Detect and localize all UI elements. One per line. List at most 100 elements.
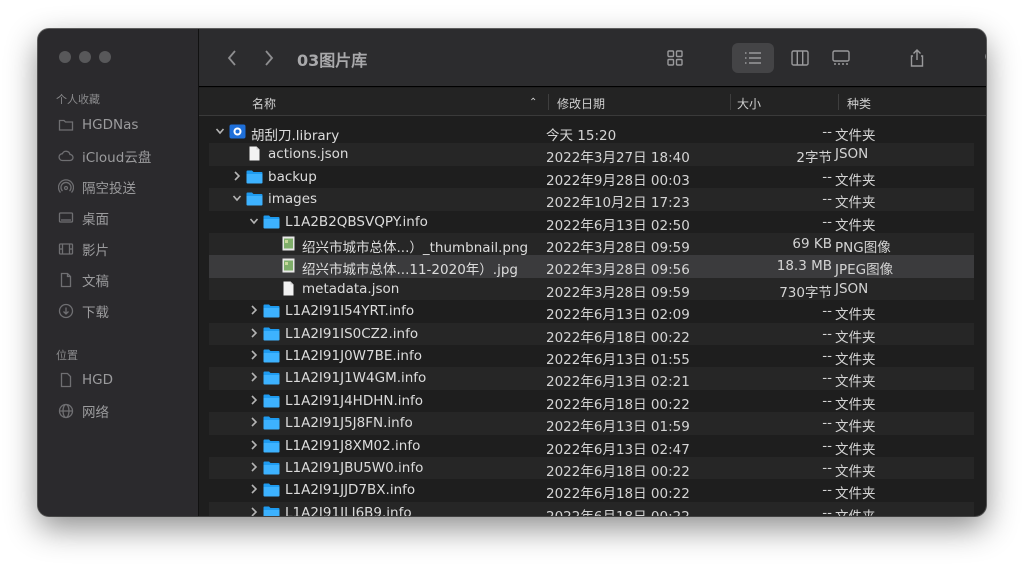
sidebar-item-icloud[interactable]: iCloud云盘: [58, 145, 151, 167]
file-date: 2022年3月28日 09:59: [546, 240, 690, 256]
folder-icon: [246, 169, 263, 184]
minimize-window-button[interactable]: [79, 51, 91, 63]
sidebar-item-desktop[interactable]: 桌面: [58, 207, 109, 229]
folder-icon: [263, 370, 280, 385]
sidebar-item-hgd[interactable]: HGD: [58, 369, 113, 391]
desktop-icon: [58, 210, 74, 226]
file-name: L1A2I91J1W4GM.info: [285, 370, 427, 387]
document-icon: [58, 272, 74, 288]
file-kind: 文件夹: [835, 374, 876, 391]
file-kind: 文件夹: [835, 419, 876, 436]
share-button[interactable]: [896, 43, 938, 73]
file-row[interactable]: backup 2022年9月28日 00:03 -- 文件夹: [209, 166, 974, 189]
file-row[interactable]: L1A2I91J0W7BE.info 2022年6月13日 01:55 -- 文件夹: [209, 345, 974, 368]
disclosure-closed-icon[interactable]: [249, 394, 261, 408]
file-row[interactable]: L1A2I91J5J8FN.info 2022年6月13日 01:59 -- 文件夹: [209, 412, 974, 436]
file-row[interactable]: images 2022年10月2日 17:23 -- 文件夹: [209, 188, 974, 211]
disclosure-open-icon[interactable]: [215, 125, 227, 139]
file-row[interactable]: metadata.json 2022年3月28日 09:59 730字节 JSON: [209, 277, 974, 301]
file-row[interactable]: L1A2I91JLJ6B9.info 2022年6月18日 00:22 --文件夹: [209, 501, 974, 516]
file-name: L1A2I91J8XM02.info: [285, 437, 421, 454]
list-view-button[interactable]: [732, 43, 774, 73]
folder-icon: [263, 460, 280, 475]
column-kind[interactable]: 种类: [847, 95, 871, 112]
file-name: L1A2I91J0W7BE.info: [285, 348, 423, 364]
file-name: L1A2B2QBSVQPY.info: [285, 213, 428, 230]
folder-icon: [246, 191, 263, 206]
sidebar-item-label: HGDNas: [82, 117, 139, 133]
list-view-icon: [745, 52, 761, 64]
file-row[interactable]: L1A2I91JJD7BX.info 2022年6月18日 00:22 -- 文件夹: [209, 479, 974, 503]
file-kind: 文件夹: [835, 486, 876, 503]
zoom-window-button[interactable]: [99, 51, 111, 63]
image-icon: [280, 236, 297, 251]
file-row[interactable]: L1A2I91IS0CZ2.info 2022年6月18日 00:22 -- 文件夹: [209, 322, 974, 346]
icon-view-icon: [667, 50, 683, 66]
disclosure-closed-icon[interactable]: [249, 349, 261, 363]
disclosure-closed-icon[interactable]: [249, 506, 261, 516]
disclosure-closed-icon[interactable]: [232, 170, 244, 184]
sidebar-item-network[interactable]: 网络: [58, 400, 109, 422]
disclosure-closed-icon[interactable]: [249, 483, 261, 497]
disclosure-closed-icon[interactable]: [249, 327, 261, 341]
file-date: 2022年6月13日 02:09: [546, 307, 690, 324]
chevron-right-icon: [265, 50, 274, 66]
sidebar-item-label: HGD: [82, 372, 114, 388]
sidebar-item-documents[interactable]: 文稿: [58, 269, 109, 291]
back-button[interactable]: [221, 47, 243, 69]
file-row[interactable]: 胡刮刀.library 今天 15:20 -- 文件夹: [209, 121, 974, 144]
doc-icon: [280, 281, 297, 296]
file-date: 今天 15:20: [546, 128, 617, 144]
forward-button[interactable]: [258, 47, 280, 69]
disclosure-open-icon[interactable]: [232, 192, 244, 206]
column-date[interactable]: 修改日期: [557, 95, 605, 112]
file-row[interactable]: L1A2I91J1W4GM.info 2022年6月13日 02:21 -- 文件夹: [209, 367, 974, 391]
file-row[interactable]: L1A2I91JBU5W0.info 2022年6月18日 00:22 -- 文件夹: [209, 457, 974, 480]
search-button[interactable]: [972, 43, 986, 73]
sidebar-item-hgdnas[interactable]: HGDNas: [58, 114, 138, 136]
file-kind: JPEG图像: [835, 262, 894, 279]
sidebar-item-label: 桌面: [82, 212, 109, 228]
file-row[interactable]: 绍兴市城市总体...）_thumbnail.png 2022年3月28日 09:5…: [209, 233, 974, 256]
file-row[interactable]: L1A2I91J4HDHN.info 2022年6月18日 00:22 -- 文件夹: [209, 390, 974, 413]
file-date: 2022年6月18日 00:22: [546, 505, 690, 516]
disclosure-open-icon[interactable]: [249, 215, 261, 229]
file-kind: PNG图像: [835, 240, 891, 256]
close-window-button[interactable]: [59, 51, 71, 63]
file-date: 2022年6月13日 01:55: [546, 352, 690, 368]
gallery-view-button[interactable]: [820, 43, 862, 73]
folder-icon: [58, 117, 74, 133]
file-kind: 文件夹: [835, 441, 876, 458]
file-date: 2022年3月28日 09:59: [546, 284, 690, 301]
file-name: L1A2I91JLJ6B9.info: [285, 504, 412, 516]
file-kind: 文件夹: [835, 217, 876, 234]
sidebar-item-airdrop[interactable]: 隔空投送: [58, 176, 136, 198]
file-row[interactable]: L1A2I91I54YRT.info 2022年6月13日 02:09 -- 文件夹: [209, 300, 974, 324]
file-size: --: [822, 392, 832, 409]
icon-view-button[interactable]: [654, 43, 696, 73]
disclosure-closed-icon[interactable]: [249, 439, 261, 453]
file-row[interactable]: L1A2I91J8XM02.info 2022年6月13日 02:47 -- 文件夹: [209, 435, 974, 458]
sort-ascending-icon: ⌃: [529, 97, 538, 108]
sidebar-item-downloads[interactable]: 下载: [58, 300, 109, 322]
disclosure-closed-icon[interactable]: [249, 461, 261, 475]
disclosure-closed-icon[interactable]: [249, 304, 261, 318]
column-name[interactable]: 名称: [252, 95, 276, 112]
file-row[interactable]: L1A2B2QBSVQPY.info 2022年6月13日 02:50 -- 文件夹: [209, 211, 974, 234]
column-size[interactable]: 大小: [737, 95, 761, 112]
file-size: 730字节: [779, 284, 832, 301]
disclosure-closed-icon[interactable]: [249, 416, 261, 430]
disclosure-closed-icon[interactable]: [249, 371, 261, 385]
column-view-icon: [791, 50, 809, 66]
cloud-icon: [58, 148, 74, 164]
column-view-button[interactable]: [779, 43, 821, 73]
file-kind: 文件夹: [835, 307, 876, 324]
sidebar-item-movies[interactable]: 影片: [58, 238, 109, 260]
file-row[interactable]: 绍兴市城市总体...11-2020年）.jpg 2022年3月28日 09:56 1…: [209, 255, 974, 279]
folder-icon: [263, 348, 280, 363]
file-name: metadata.json: [302, 280, 400, 297]
file-kind: 文件夹: [835, 329, 876, 346]
sidebar-item-label: 文稿: [82, 274, 109, 290]
file-size: --: [822, 124, 832, 140]
file-row[interactable]: actions.json 2022年3月27日 18:40 2字节 JSON: [209, 143, 974, 166]
